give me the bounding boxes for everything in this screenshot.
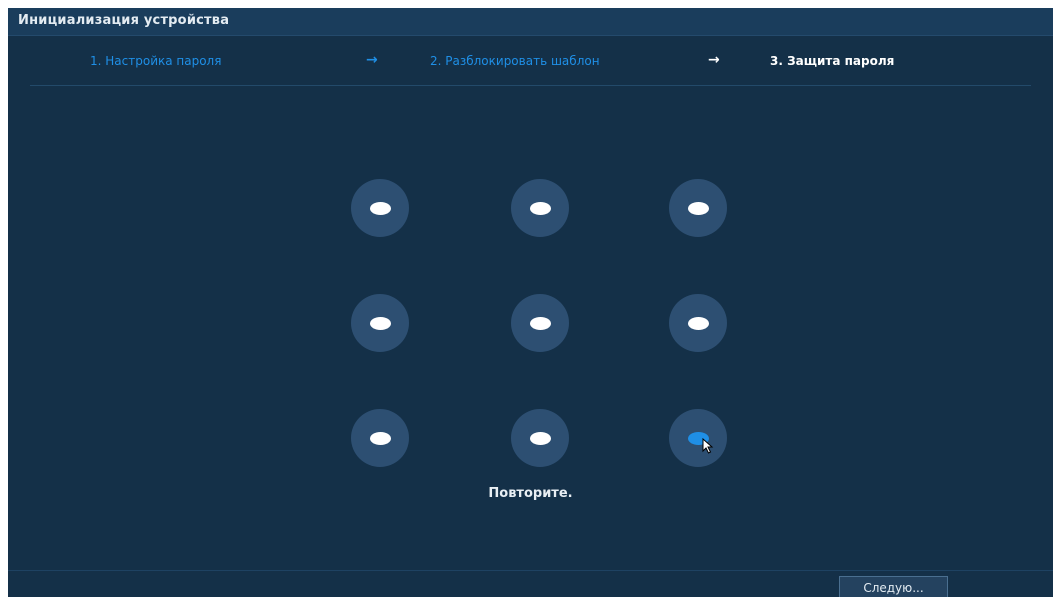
dot-center [687,201,709,215]
footer-divider [8,570,1053,571]
step-2-unlock-pattern: 2. Разблокировать шаблон [430,54,600,68]
step-arrow-icon: → [708,52,720,68]
dot-center [369,316,391,330]
pattern-dot-3[interactable] [669,179,727,237]
init-device-window: Инициализация устройства 1. Настройка па… [8,8,1053,597]
dot-center [687,316,709,330]
mouse-cursor-icon [702,438,714,454]
step-3-password-protection: 3. Защита пароля [770,54,895,68]
next-button[interactable]: Следую... [839,576,948,597]
dot-center [369,201,391,215]
pattern-dot-1[interactable] [351,179,409,237]
pattern-dot-7[interactable] [351,409,409,467]
dot-center [529,316,551,330]
unlock-pattern-grid[interactable] [351,179,731,469]
pattern-dot-5[interactable] [511,294,569,352]
title-bar: Инициализация устройства [8,8,1053,36]
dot-center [529,201,551,215]
dot-center [369,431,391,445]
wizard-steps: 1. Настройка пароля → 2. Разблокировать … [8,46,1053,76]
window-title: Инициализация устройства [18,13,230,28]
pattern-dot-6[interactable] [669,294,727,352]
pattern-dot-9[interactable] [669,409,727,467]
step-arrow-icon: → [366,52,378,68]
dot-center [529,431,551,445]
pattern-dot-8[interactable] [511,409,569,467]
pattern-dot-4[interactable] [351,294,409,352]
step-1-password-setup: 1. Настройка пароля [90,54,222,68]
pattern-instruction-text: Повторите. [488,486,573,501]
steps-divider [30,85,1031,86]
pattern-dot-2[interactable] [511,179,569,237]
